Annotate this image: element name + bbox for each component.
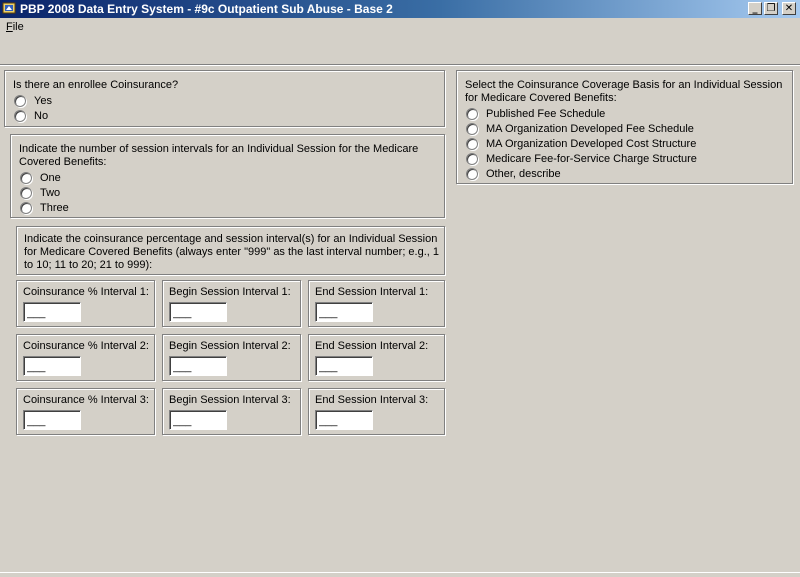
end-session-interval-3-group: End Session Interval 3:: [308, 388, 445, 435]
basis-ma-fee-schedule-label[interactable]: MA Organization Developed Fee Schedule: [486, 123, 694, 136]
end-session-interval-1-label: End Session Interval 1:: [315, 286, 429, 298]
intervals-one-label[interactable]: One: [40, 172, 61, 185]
begin-session-interval-2-group: Begin Session Interval 2:: [162, 334, 301, 381]
percentage-instructions-group: Indicate the coinsurance percentage and …: [16, 226, 445, 275]
close-button[interactable]: ✕: [782, 2, 796, 15]
basis-ma-fee-schedule-radio[interactable]: [466, 123, 478, 135]
minimize-button[interactable]: _: [748, 2, 762, 15]
intervals-two-radio[interactable]: [20, 187, 32, 199]
window-title: PBP 2008 Data Entry System - #9c Outpati…: [20, 2, 393, 16]
end-session-interval-1-input[interactable]: [315, 302, 373, 322]
coinsurance-interval-1-input[interactable]: [23, 302, 81, 322]
toolbar-separator: [0, 64, 800, 66]
coinsurance-interval-3-label: Coinsurance % Interval 3:: [23, 394, 149, 406]
coinsurance-yes-label[interactable]: Yes: [34, 95, 52, 108]
enrollee-coinsurance-question: Is there an enrollee Coinsurance?: [13, 79, 179, 91]
begin-session-interval-1-input[interactable]: [169, 302, 227, 322]
bottom-border: [0, 572, 800, 577]
basis-published-fee-label[interactable]: Published Fee Schedule: [486, 108, 605, 121]
percentage-instructions-text: Indicate the coinsurance percentage and …: [24, 233, 440, 271]
basis-other-label[interactable]: Other, describe: [486, 168, 561, 181]
basis-other-radio[interactable]: [466, 168, 478, 180]
intervals-three-label[interactable]: Three: [40, 202, 69, 215]
basis-medicare-ffs-radio[interactable]: [466, 153, 478, 165]
menu-file-label: ile: [12, 21, 24, 33]
basis-ma-cost-structure-radio[interactable]: [466, 138, 478, 150]
end-session-interval-3-input[interactable]: [315, 410, 373, 430]
coinsurance-yes-radio[interactable]: [14, 95, 26, 107]
session-intervals-question: Indicate the number of session intervals…: [19, 143, 419, 168]
begin-session-interval-1-group: Begin Session Interval 1:: [162, 280, 301, 327]
menu-file[interactable]: File: [6, 21, 24, 33]
end-session-interval-2-input[interactable]: [315, 356, 373, 376]
basis-ma-cost-structure-label[interactable]: MA Organization Developed Cost Structure: [486, 138, 696, 151]
coverage-basis-group: Select the Coinsurance Coverage Basis fo…: [456, 70, 793, 184]
restore-button[interactable]: ❐: [764, 2, 778, 15]
intervals-two-label[interactable]: Two: [40, 187, 60, 200]
begin-session-interval-3-label: Begin Session Interval 3:: [169, 394, 291, 406]
menu-bar: File: [0, 18, 800, 38]
coinsurance-interval-2-group: Coinsurance % Interval 2:: [16, 334, 155, 381]
window-title-bar[interactable]: PBP 2008 Data Entry System - #9c Outpati…: [0, 0, 800, 18]
coinsurance-interval-1-label: Coinsurance % Interval 1:: [23, 286, 149, 298]
end-session-interval-3-label: End Session Interval 3:: [315, 394, 429, 406]
coinsurance-interval-2-label: Coinsurance % Interval 2:: [23, 340, 149, 352]
intervals-one-radio[interactable]: [20, 172, 32, 184]
end-session-interval-2-label: End Session Interval 2:: [315, 340, 429, 352]
coinsurance-interval-2-input[interactable]: [23, 356, 81, 376]
begin-session-interval-2-input[interactable]: [169, 356, 227, 376]
basis-medicare-ffs-label[interactable]: Medicare Fee-for-Service Charge Structur…: [486, 153, 697, 166]
begin-session-interval-3-input[interactable]: [169, 410, 227, 430]
app-icon: [2, 2, 16, 14]
begin-session-interval-2-label: Begin Session Interval 2:: [169, 340, 291, 352]
coinsurance-no-label[interactable]: No: [34, 110, 48, 123]
session-intervals-group: Indicate the number of session intervals…: [10, 134, 445, 218]
intervals-three-radio[interactable]: [20, 202, 32, 214]
coinsurance-interval-3-input[interactable]: [23, 410, 81, 430]
coverage-basis-question: Select the Coinsurance Coverage Basis fo…: [465, 79, 783, 104]
coinsurance-interval-3-group: Coinsurance % Interval 3:: [16, 388, 155, 435]
coinsurance-interval-1-group: Coinsurance % Interval 1:: [16, 280, 155, 327]
coinsurance-no-radio[interactable]: [14, 110, 26, 122]
end-session-interval-2-group: End Session Interval 2:: [308, 334, 445, 381]
end-session-interval-1-group: End Session Interval 1:: [308, 280, 445, 327]
begin-session-interval-3-group: Begin Session Interval 3:: [162, 388, 301, 435]
menu-file-accelerator: F: [6, 21, 13, 33]
basis-published-fee-radio[interactable]: [466, 108, 478, 120]
begin-session-interval-1-label: Begin Session Interval 1:: [169, 286, 291, 298]
enrollee-coinsurance-group: Is there an enrollee Coinsurance? Yes No: [4, 70, 445, 127]
